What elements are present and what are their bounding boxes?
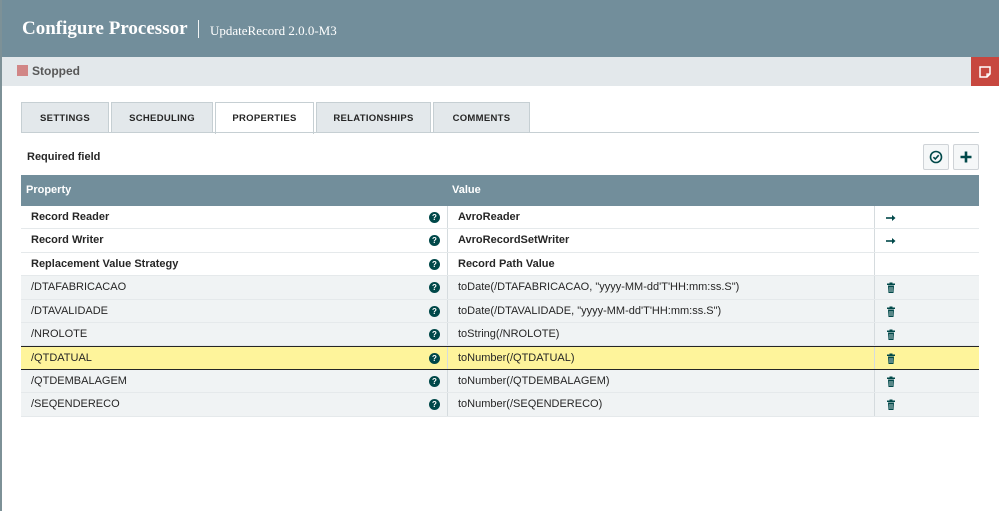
column-separator — [874, 299, 875, 322]
tab-bar: SETTINGS SCHEDULING PROPERTIES RELATIONS… — [21, 102, 532, 134]
arrow-right-icon[interactable] — [885, 235, 897, 247]
tab-settings[interactable]: SETTINGS — [21, 102, 109, 133]
add-property-button[interactable] — [953, 144, 979, 170]
column-separator — [874, 322, 875, 346]
note-icon[interactable] — [971, 57, 999, 86]
tab-relationships[interactable]: RELATIONSHIPS — [316, 102, 431, 133]
table-row[interactable]: Record Writer? AvroRecordSetWriter — [21, 229, 979, 253]
column-separator — [447, 299, 448, 322]
column-separator — [447, 206, 448, 229]
property-value[interactable]: toDate(/DTAVALIDADE, "yyyy-MM-dd'T'HH:mm… — [458, 305, 721, 317]
table-header: Property Value — [21, 175, 979, 206]
property-value[interactable]: toString(/NROLOTE) — [458, 328, 559, 340]
tab-scheduling[interactable]: SCHEDULING — [111, 102, 213, 133]
column-separator — [447, 276, 448, 299]
help-icon[interactable]: ? — [429, 282, 440, 294]
table-row[interactable]: /NROLOTE? toString(/NROLOTE) — [21, 322, 979, 347]
trash-icon[interactable] — [885, 353, 897, 365]
property-value[interactable]: toNumber(/SEQENDERECO) — [458, 398, 602, 410]
help-icon[interactable]: ? — [429, 328, 440, 340]
status-label: Stopped — [32, 64, 80, 78]
table-row[interactable]: Replacement Value Strategy? Record Path V… — [21, 252, 979, 277]
column-header-property: Property — [26, 184, 72, 196]
property-name: /SEQENDERECO — [31, 398, 120, 411]
property-value[interactable]: AvroReader — [458, 211, 520, 223]
stopped-icon — [17, 65, 28, 76]
check-circle-icon — [929, 150, 943, 164]
column-separator — [874, 276, 875, 299]
table-row[interactable]: /DTAFABRICACAO? toDate(/DTAFABRICACAO, "y… — [21, 276, 979, 300]
dialog-title: Configure Processor — [22, 18, 188, 39]
status-bar: Stopped — [2, 57, 999, 86]
tab-comments[interactable]: COMMENTS — [433, 102, 530, 133]
table-row[interactable]: /SEQENDERECO? toNumber(/SEQENDERECO) — [21, 393, 979, 417]
column-separator — [874, 347, 875, 369]
properties-table: Property Value Record Reader? AvroReader R… — [21, 175, 979, 417]
table-row[interactable]: Record Reader? AvroReader — [21, 206, 979, 230]
column-header-value: Value — [452, 184, 481, 196]
property-name: /DTAVALIDADE — [31, 304, 109, 317]
processor-type: UpdateRecord 2.0.0-M3 — [210, 23, 337, 38]
property-name: /QTDEMBALAGEM — [31, 374, 127, 387]
trash-icon[interactable] — [885, 376, 897, 388]
required-field-label: Required field — [27, 151, 101, 163]
column-separator — [874, 393, 875, 416]
tab-divider — [21, 132, 979, 133]
title-separator — [198, 20, 199, 38]
help-icon[interactable]: ? — [429, 375, 440, 387]
trash-icon[interactable] — [885, 399, 897, 411]
property-name: /DTAFABRICACAO — [31, 281, 127, 294]
plus-icon — [960, 151, 972, 163]
dialog-header: Configure Processor UpdateRecord 2.0.0-M… — [2, 0, 999, 57]
column-separator — [874, 252, 875, 276]
help-icon[interactable]: ? — [429, 353, 440, 365]
help-icon[interactable]: ? — [429, 212, 440, 223]
trash-icon[interactable] — [885, 282, 897, 294]
column-separator — [447, 229, 448, 252]
property-name: /NROLOTE — [31, 327, 88, 340]
verify-button[interactable] — [923, 144, 949, 170]
help-icon[interactable]: ? — [429, 235, 440, 247]
column-separator — [874, 206, 875, 229]
column-separator — [447, 322, 448, 346]
property-name: Record Reader — [31, 211, 110, 223]
table-body: Record Reader? AvroReader Record Writer? Av… — [21, 206, 979, 417]
table-row[interactable]: /DTAVALIDADE? toDate(/DTAVALIDADE, "yyyy-… — [21, 299, 979, 323]
tab-properties[interactable]: PROPERTIES — [215, 102, 314, 134]
table-row[interactable]: /QTDEMBALAGEM? toNumber(/QTDEMBALAGEM) — [21, 369, 979, 394]
column-separator — [447, 252, 448, 276]
property-name: Record Writer — [31, 234, 104, 247]
property-value[interactable]: AvroRecordSetWriter — [458, 234, 569, 246]
column-separator — [447, 369, 448, 393]
trash-icon[interactable] — [885, 329, 897, 341]
property-value[interactable]: toDate(/DTAFABRICACAO, "yyyy-MM-dd'T'HH:… — [458, 281, 739, 293]
column-separator — [447, 347, 448, 369]
column-separator — [447, 393, 448, 416]
trash-icon[interactable] — [885, 306, 897, 318]
property-name: /QTDATUAL — [31, 352, 92, 365]
column-separator — [874, 369, 875, 393]
column-separator — [874, 229, 875, 252]
arrow-right-icon[interactable] — [885, 212, 897, 224]
property-value[interactable]: toNumber(/QTDEMBALAGEM) — [458, 375, 610, 387]
help-icon[interactable]: ? — [429, 399, 440, 411]
table-row[interactable]: /QTDATUAL? toNumber(/QTDATUAL) — [21, 346, 979, 370]
help-icon[interactable]: ? — [429, 305, 440, 317]
property-value[interactable]: Record Path Value — [458, 258, 555, 270]
property-value[interactable]: toNumber(/QTDATUAL) — [458, 352, 575, 364]
property-name: Replacement Value Strategy — [31, 257, 179, 270]
help-icon[interactable]: ? — [429, 258, 440, 270]
